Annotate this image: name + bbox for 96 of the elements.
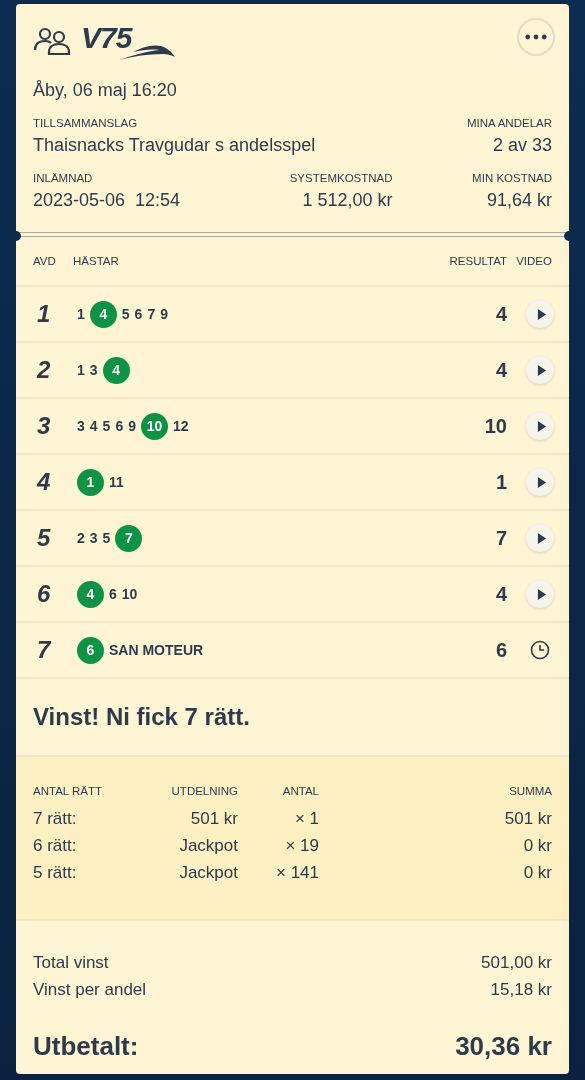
- horse-number: 3: [89, 362, 98, 378]
- more-icon: [525, 34, 547, 40]
- horse-number: 4: [89, 418, 98, 434]
- horse-number: 2: [77, 530, 85, 546]
- field-value: 2023-05-06 12:54: [33, 190, 181, 211]
- play-icon: [536, 420, 546, 432]
- play-button[interactable]: [526, 356, 554, 384]
- table-cell-text: × 1: [293, 808, 319, 830]
- table-cell-text: Jackpot: [178, 862, 238, 884]
- play-button[interactable]: [526, 468, 554, 496]
- winner-badge: 4: [77, 580, 104, 608]
- result-number: 4: [494, 582, 507, 606]
- win-message: Vinst! Ni fick 7 rätt.: [33, 703, 250, 731]
- winner-badge: 4: [102, 356, 130, 384]
- play-button[interactable]: [526, 580, 554, 608]
- field-label: SYSTEMKOSTNAD: [289, 172, 393, 184]
- table-cell-text: 501 kr: [503, 808, 552, 830]
- horse-number: 1: [77, 362, 85, 378]
- field-value: Thaisnacks Travgudar s andelsspel: [33, 135, 316, 156]
- play-button[interactable]: [526, 524, 554, 552]
- leg-number: 3: [36, 412, 52, 440]
- table-cell-text: 7 rätt:: [33, 808, 78, 830]
- result-number: 1: [494, 470, 507, 494]
- total-label: Total vinst: [33, 952, 109, 974]
- play-icon: [536, 364, 546, 376]
- winner-badge: 1: [77, 468, 104, 496]
- winner-badge: 7: [115, 524, 143, 552]
- field-value: 1 512,00 kr: [302, 190, 393, 211]
- column-header: AVD: [33, 255, 57, 267]
- horse-number: 3: [77, 418, 85, 434]
- result-number: 10: [483, 414, 507, 438]
- table-cell-text: 5 rätt:: [33, 862, 78, 884]
- result-number: 4: [494, 302, 507, 326]
- clock-icon: [530, 640, 550, 660]
- winner-badge: 6: [77, 636, 104, 664]
- horse-number: 5: [121, 306, 130, 322]
- horse-number: 11: [109, 474, 124, 490]
- leg-number: 5: [36, 524, 52, 552]
- horse-number: 9: [128, 418, 136, 434]
- horse-number: 3: [89, 530, 98, 546]
- leg-number: 4: [35, 468, 52, 496]
- leg-number: 2: [35, 356, 52, 384]
- play-button[interactable]: [526, 412, 554, 440]
- paid-value: 30,36 kr: [455, 1033, 552, 1060]
- winner-badge: 10: [141, 412, 168, 440]
- logo-text: V75: [81, 21, 132, 55]
- people-icon: [33, 26, 73, 56]
- play-icon: [536, 308, 546, 320]
- leg-number: 6: [36, 580, 52, 608]
- horse-number: 12: [173, 418, 189, 434]
- horse-number: 5: [102, 418, 111, 434]
- table-cell-text: 501 kr: [189, 808, 238, 830]
- more-button[interactable]: [517, 18, 555, 56]
- horse-number: 10: [121, 586, 138, 602]
- leg-number: 7: [36, 636, 53, 664]
- column-header: HÄSTAR: [73, 255, 120, 267]
- horse-number: SAN MOTEUR: [109, 642, 204, 658]
- table-cell-text: 6 rätt:: [33, 835, 78, 857]
- field-label: MIN KOSTNAD: [472, 172, 552, 184]
- table-cell-text: Jackpot: [178, 835, 238, 857]
- play-icon: [536, 532, 546, 544]
- play-icon: [536, 588, 546, 600]
- field-label: MINA ANDELAR: [467, 117, 552, 129]
- horse-number: 1: [77, 306, 85, 322]
- field-label: INLÄMNAD: [33, 172, 94, 184]
- race-date: Åby, 06 maj 16:20: [33, 80, 178, 101]
- play-button[interactable]: [526, 300, 554, 328]
- result-number: 7: [494, 526, 507, 550]
- column-header: ANTAL: [281, 784, 319, 799]
- horse-number: 6: [115, 418, 124, 434]
- horse-number: 6: [109, 586, 117, 602]
- total-value: 501,00 kr: [481, 952, 552, 974]
- table-cell-text: × 19: [284, 835, 319, 857]
- paid-label: Utbetalt:: [33, 1033, 139, 1060]
- winner-badge: 4: [89, 300, 117, 328]
- play-icon: [536, 476, 546, 488]
- column-header: RESULTAT: [448, 255, 507, 267]
- column-header: VIDEO: [515, 255, 552, 267]
- horse-number: 7: [147, 306, 156, 322]
- table-cell-text: 0 kr: [522, 835, 552, 857]
- total-value: 15,18 kr: [490, 979, 552, 1001]
- result-number: 4: [494, 358, 507, 382]
- table-cell-text: × 141: [275, 862, 319, 884]
- horse-number: 5: [102, 530, 111, 546]
- field-label: TILLSAMMANSLAG: [33, 117, 139, 129]
- horse-number: 6: [134, 306, 143, 322]
- column-header: UTDELNING: [170, 784, 238, 799]
- column-header: SUMMA: [508, 784, 552, 799]
- leg-number: 1: [36, 300, 52, 328]
- field-value: 2 av 33: [492, 135, 552, 156]
- column-header: ANTAL RÄTT: [33, 784, 103, 799]
- total-label: Vinst per andel: [33, 979, 147, 1001]
- field-value: 91,64 kr: [486, 190, 552, 211]
- result-number: 6: [494, 638, 507, 662]
- table-cell-text: 0 kr: [522, 862, 552, 884]
- horse-number: 9: [160, 306, 168, 322]
